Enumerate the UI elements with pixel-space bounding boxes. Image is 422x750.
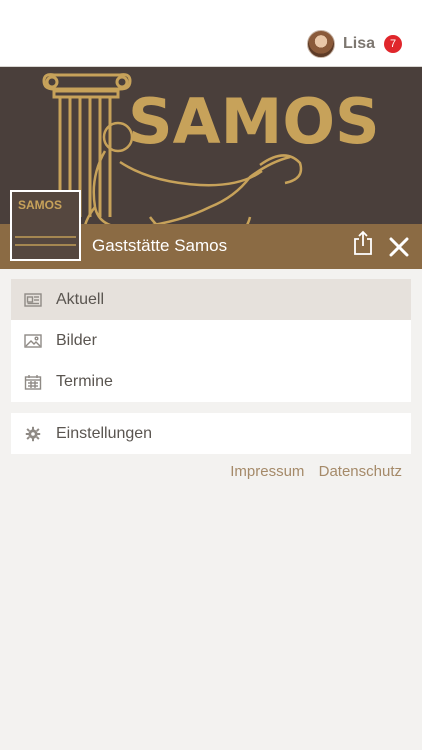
thumbnail-logo: SAMOS — [18, 198, 63, 212]
datenschutz-link[interactable]: Datenschutz — [319, 463, 402, 480]
close-icon — [389, 237, 409, 257]
user-profile[interactable]: Lisa 7 — [306, 30, 402, 58]
settings-menu: Einstellungen — [11, 413, 411, 454]
menu-item-bilder[interactable]: Bilder — [11, 320, 411, 361]
menu-item-termine[interactable]: Termine — [11, 361, 411, 402]
menu-label: Aktuell — [56, 290, 105, 308]
newspaper-icon — [24, 292, 42, 307]
venue-thumbnail[interactable]: SAMOS — [10, 190, 81, 261]
impressum-link[interactable]: Impressum — [230, 463, 304, 480]
close-button[interactable] — [388, 236, 410, 258]
venue-name: Gaststätte Samos — [92, 236, 228, 255]
main-menu: Aktuell Bilder Termine — [11, 279, 411, 402]
share-button[interactable] — [352, 230, 374, 256]
menu-label: Einstellungen — [56, 424, 153, 442]
avatar[interactable] — [306, 30, 335, 58]
footer-links: Impressum Datenschutz — [0, 463, 402, 480]
share-icon — [354, 230, 372, 255]
top-bar: Lisa 7 — [0, 0, 422, 67]
calendar-icon — [24, 374, 42, 390]
samos-logo-text: SAMOS — [128, 85, 380, 158]
menu-label: Bilder — [56, 331, 97, 349]
menu-item-aktuell[interactable]: Aktuell — [11, 279, 411, 320]
gear-icon — [25, 426, 41, 441]
menu-label: Termine — [56, 372, 113, 390]
image-icon — [24, 333, 42, 348]
menu-item-einstellungen[interactable]: Einstellungen — [11, 413, 411, 454]
user-name[interactable]: Lisa — [343, 35, 375, 53]
notification-badge[interactable]: 7 — [384, 35, 402, 53]
